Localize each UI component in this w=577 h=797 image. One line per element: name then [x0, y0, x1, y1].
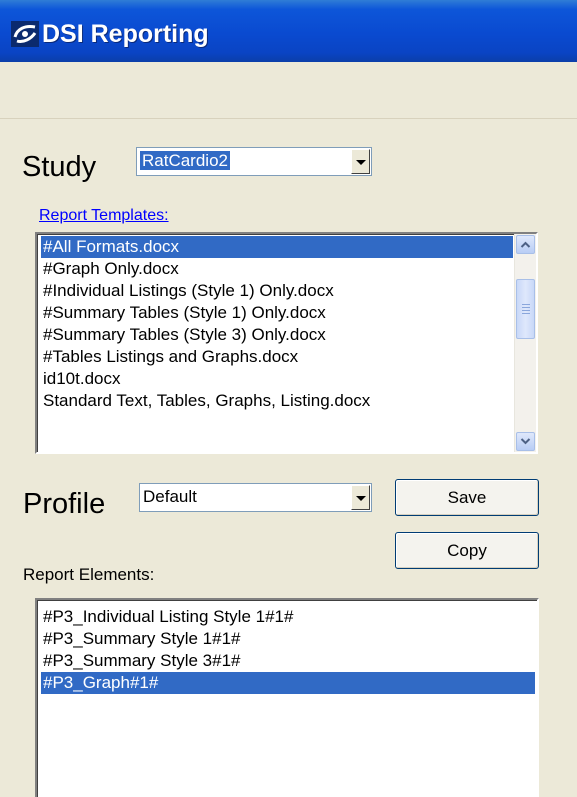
- template-item[interactable]: #Individual Listings (Style 1) Only.docx: [41, 280, 513, 302]
- element-item[interactable]: #P3_Individual Listing Style 1#1#: [41, 606, 535, 628]
- scrollbar-thumb[interactable]: [516, 279, 535, 339]
- study-dropdown[interactable]: RatCardio2: [136, 147, 372, 176]
- chevron-down-icon[interactable]: [351, 149, 370, 174]
- element-item[interactable]: #P3_Graph#1#: [41, 672, 535, 694]
- save-button[interactable]: Save: [395, 479, 539, 516]
- template-item[interactable]: #All Formats.docx: [41, 236, 513, 258]
- report-elements-list[interactable]: #P3_Individual Listing Style 1#1# #P3_Su…: [35, 598, 539, 797]
- element-item[interactable]: #P3_Summary Style 3#1#: [41, 650, 535, 672]
- copy-button[interactable]: Copy: [395, 532, 539, 569]
- template-item[interactable]: id10t.docx: [41, 368, 513, 390]
- scroll-up-arrow-icon: [520, 241, 531, 248]
- title-bar[interactable]: DSI Reporting: [0, 0, 577, 62]
- scroll-down-arrow-icon: [520, 438, 531, 445]
- report-templates-link[interactable]: Report Templates:: [39, 206, 169, 226]
- chevron-down-icon[interactable]: [351, 485, 370, 510]
- element-item[interactable]: #P3_Summary Style 1#1#: [41, 628, 535, 650]
- scroll-down-button[interactable]: [516, 432, 535, 451]
- menu-bar: [0, 62, 577, 119]
- window-title: DSI Reporting: [42, 20, 209, 48]
- profile-dropdown-value: Default: [143, 487, 197, 506]
- template-item[interactable]: #Tables Listings and Graphs.docx: [41, 346, 513, 368]
- report-elements-label: Report Elements:: [23, 565, 155, 584]
- study-dropdown-value: RatCardio2: [139, 150, 231, 171]
- scroll-up-button[interactable]: [516, 235, 535, 254]
- template-item[interactable]: Standard Text, Tables, Graphs, Listing.d…: [41, 390, 513, 412]
- dsi-logo-icon: [11, 21, 39, 47]
- template-item[interactable]: #Summary Tables (Style 3) Only.docx: [41, 324, 513, 346]
- template-item[interactable]: #Summary Tables (Style 1) Only.docx: [41, 302, 513, 324]
- profile-dropdown[interactable]: Default: [139, 483, 372, 512]
- study-label: Study: [22, 151, 97, 183]
- template-item[interactable]: #Graph Only.docx: [41, 258, 513, 280]
- profile-label: Profile: [23, 488, 106, 520]
- report-templates-list[interactable]: #All Formats.docx #Graph Only.docx #Indi…: [35, 232, 538, 454]
- templates-scrollbar[interactable]: [514, 234, 536, 452]
